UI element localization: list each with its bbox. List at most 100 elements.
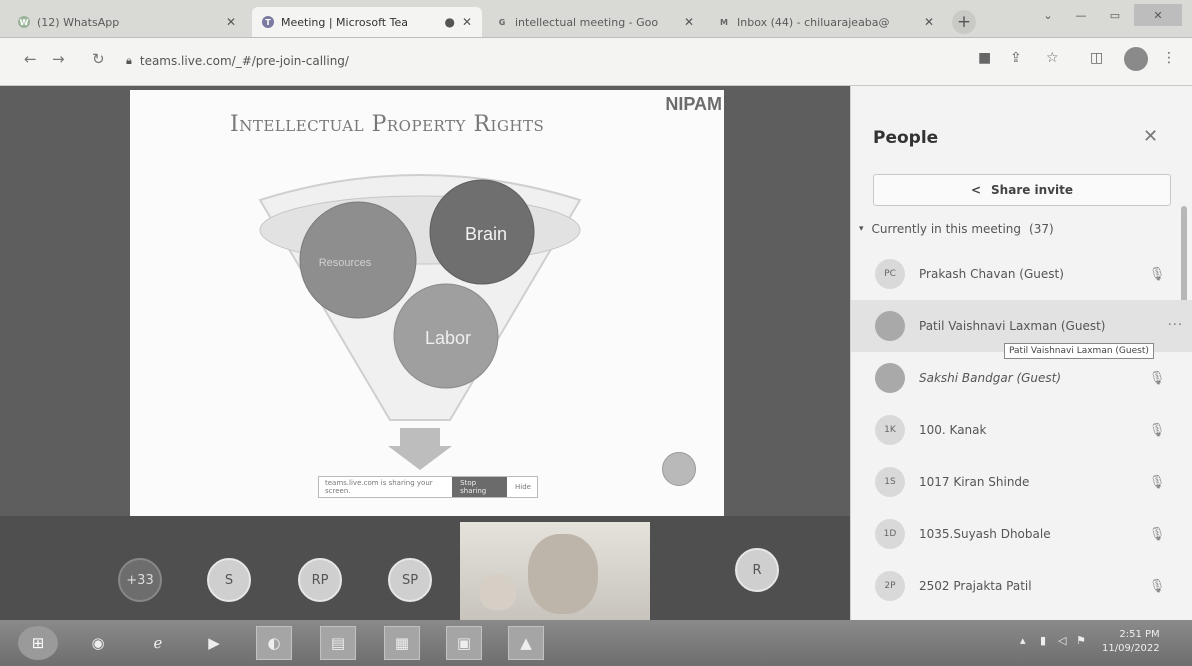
participant-avatar-sp[interactable]: SP [388, 558, 432, 602]
mic-off-icon: 🎙︎ [1148, 422, 1166, 438]
tab-google-search[interactable]: G intellectual meeting - Goo ✕ [486, 7, 704, 37]
stop-sharing-button[interactable]: Stop sharing [452, 477, 508, 497]
people-panel-title: People [873, 128, 939, 148]
start-button-icon[interactable]: ⊞ [18, 626, 58, 660]
mic-off-icon: 🎙︎ [1148, 474, 1166, 490]
resources-label: Resources [319, 257, 372, 269]
bookmark-star-icon[interactable]: ☆ [1046, 50, 1059, 66]
tab-whatsapp[interactable]: W (12) WhatsApp ✕ [8, 7, 246, 37]
participant-avatar: PC [875, 259, 905, 289]
acrobat-icon[interactable]: ▲ [508, 626, 544, 660]
volume-icon[interactable]: ◁ [1058, 634, 1066, 647]
image-viewer-icon[interactable]: ▣ [446, 626, 482, 660]
close-window-icon[interactable]: ✕ [1134, 4, 1182, 26]
chevron-down-icon: ▾ [859, 224, 864, 234]
participant-name: Sakshi Bandgar (Guest) [919, 371, 1062, 385]
tab-title: intellectual meeting - Goo [515, 15, 659, 29]
show-hidden-icons-icon[interactable]: ▴ [1020, 634, 1026, 647]
share-icon[interactable]: ⇪ [1010, 50, 1022, 66]
participant-list: PC Prakash Chavan (Guest) 🎙︎ Patil Vaish… [851, 248, 1192, 612]
tab-title: Inbox (44) - chiluarajeaba@ [737, 15, 890, 29]
back-icon[interactable]: ← [24, 50, 37, 68]
share-notice-text: teams.live.com is sharing your screen. [325, 479, 433, 495]
participant-avatar-rp[interactable]: RP [298, 558, 342, 602]
participant-row[interactable]: 1K 100. Kanak 🎙︎ [851, 404, 1192, 456]
firefox-icon[interactable]: ◉ [80, 626, 116, 660]
participant-name: 100. Kanak [919, 423, 987, 437]
camera-in-use-icon[interactable]: ■ [978, 50, 991, 66]
chrome-icon[interactable]: ◐ [256, 626, 292, 660]
tab-teams-meeting[interactable]: T Meeting | Microsoft Tea ● ✕ [252, 7, 482, 37]
mic-off-icon: 🎙︎ [1148, 578, 1166, 594]
tab-title: Meeting | Microsoft Tea [281, 15, 408, 29]
browser-toolbar: ← → ↻ 🔒︎ teams.live.com/_#/pre-join-call… [0, 38, 1192, 86]
tab-gmail-inbox[interactable]: M Inbox (44) - chiluarajeaba@ ✕ [708, 7, 944, 37]
action-center-flag-icon[interactable]: ⚑ [1076, 634, 1086, 647]
brain-label: Brain [465, 224, 507, 244]
close-tab-icon[interactable]: ✕ [924, 15, 934, 29]
maximize-icon[interactable]: ▭ [1100, 4, 1130, 26]
close-panel-icon[interactable]: ✕ [1143, 126, 1158, 147]
tab-title: (12) WhatsApp [37, 15, 120, 29]
share-icon: < [970, 183, 982, 197]
participant-count: (37) [1029, 222, 1054, 236]
clock-date: 11/09/2022 [1102, 643, 1160, 654]
google-icon: G [498, 17, 506, 27]
nipam-logo: NIPAM [665, 94, 722, 114]
overflow-participants-count[interactable]: +33 [118, 558, 162, 602]
teams-icon: T [262, 16, 274, 28]
ipr-funnel-diagram: Brain Resources Labor [258, 174, 582, 470]
close-tab-icon[interactable]: ✕ [684, 15, 694, 29]
clock-time: 2:51 PM [1119, 629, 1160, 640]
browser-menu-icon[interactable]: ⋮ [1162, 50, 1176, 66]
more-options-icon[interactable]: ··· [1168, 318, 1183, 333]
browser-tab-strip: W (12) WhatsApp ✕ T Meeting | Microsoft … [0, 0, 1192, 38]
slide-title: Intellectual Property Rights [230, 112, 545, 137]
participant-row[interactable]: PC Prakash Chavan (Guest) 🎙︎ [851, 248, 1192, 300]
close-tab-icon[interactable]: ✕ [462, 15, 472, 29]
participant-row[interactable]: 2P 2502 Prajakta Patil 🎙︎ [851, 560, 1192, 612]
internet-explorer-icon[interactable]: ℯ [140, 626, 176, 660]
reload-icon[interactable]: ↻ [92, 50, 105, 68]
close-tab-icon[interactable]: ✕ [226, 15, 236, 29]
participant-name: 2502 Prajakta Patil [919, 579, 1032, 593]
participant-avatar: 1S [875, 467, 905, 497]
section-label: Currently in this meeting [871, 222, 1022, 236]
participant-video-hand [480, 574, 516, 610]
participant-row[interactable]: 1S 1017 Kiran Shinde 🎙︎ [851, 456, 1192, 508]
mic-off-icon: 🎙︎ [1148, 370, 1166, 386]
minimize-icon[interactable]: — [1066, 4, 1096, 26]
participant-avatar-r[interactable]: R [735, 548, 779, 592]
participant-avatar-s[interactable]: S [207, 558, 251, 602]
meeting-stage: Intellectual Property Rights NIPAM Brain… [0, 86, 850, 620]
taskbar-clock[interactable]: 2:51 PM 11/09/2022 [1102, 628, 1160, 656]
new-tab-button[interactable]: + [952, 10, 976, 34]
windows-taskbar: ⊞ ◉ ℯ ▶ ◐ ▤ ▦ ▣ ▲ ▴ ▮ ◁ ⚑ 2:51 PM 11/09/… [0, 620, 1192, 666]
profile-avatar[interactable] [1124, 47, 1148, 71]
participant-name: 1017 Kiran Shinde [919, 475, 1030, 489]
excel-icon[interactable]: ▦ [384, 626, 420, 660]
participant-name: Prakash Chavan (Guest) [919, 267, 1064, 281]
participant-name-tooltip: Patil Vaishnavi Laxman (Guest) [1004, 343, 1154, 359]
participant-name: 1035.Suyash Dhobale [919, 527, 1051, 541]
file-explorer-icon[interactable]: ▤ [320, 626, 356, 660]
share-invite-button[interactable]: < Share invite [873, 174, 1171, 206]
in-meeting-section-header[interactable]: ▾ Currently in this meeting (37) [859, 222, 1054, 236]
media-player-icon[interactable]: ▶ [196, 626, 232, 660]
address-bar[interactable]: 🔒︎ teams.live.com/_#/pre-join-calling/ [126, 48, 946, 74]
participant-row[interactable]: 1D 1035.Suyash Dhobale 🎙︎ [851, 508, 1192, 560]
participant-avatar: 1D [875, 519, 905, 549]
forward-icon[interactable]: → [52, 50, 65, 68]
participant-row[interactable]: Sakshi Bandgar (Guest) 🎙︎ [851, 352, 1192, 404]
shared-screen-slide: Intellectual Property Rights NIPAM Brain… [130, 90, 724, 518]
tab-search-icon[interactable]: ⌄ [1034, 4, 1062, 26]
side-panel-icon[interactable]: ◫ [1090, 50, 1103, 66]
hide-share-bar-button[interactable]: Hide [515, 483, 531, 491]
participant-video-tile[interactable] [460, 522, 650, 620]
participant-video-face [528, 534, 598, 614]
participant-name: Patil Vaishnavi Laxman (Guest) [919, 319, 1106, 333]
presenter-avatar-dot [662, 452, 696, 486]
share-invite-label: Share invite [991, 183, 1074, 197]
network-icon[interactable]: ▮ [1040, 634, 1046, 647]
lock-icon: 🔒︎ [126, 54, 132, 67]
